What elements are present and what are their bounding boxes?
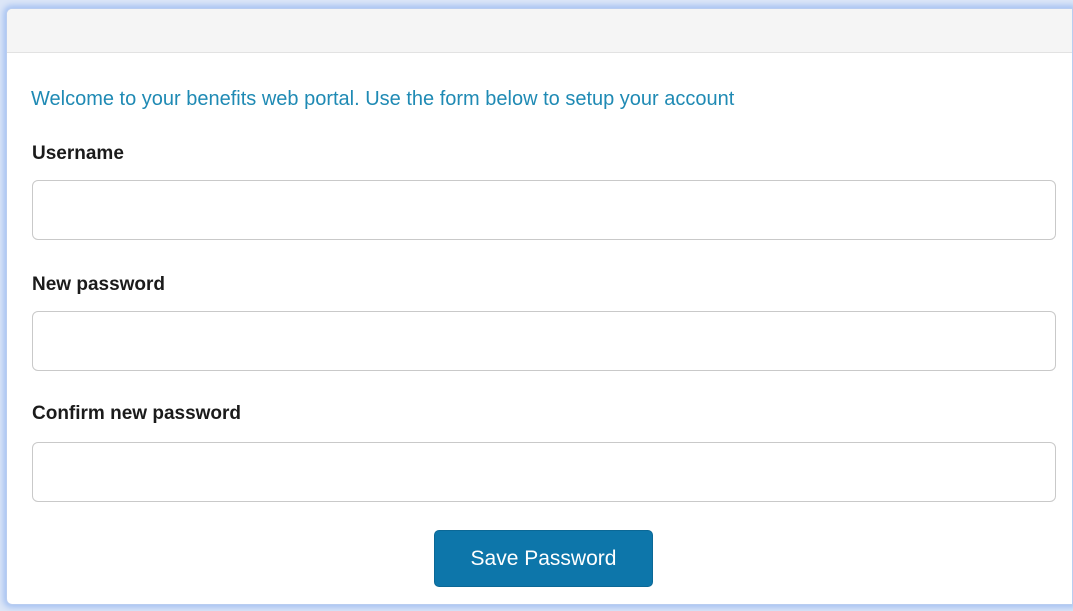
username-label: Username — [32, 143, 124, 164]
welcome-message: Welcome to your benefits web portal. Use… — [31, 88, 735, 110]
save-password-button[interactable]: Save Password — [434, 530, 653, 587]
new-password-input[interactable] — [32, 311, 1056, 371]
confirm-password-input[interactable] — [32, 442, 1056, 502]
setup-account-panel: Welcome to your benefits web portal. Use… — [6, 8, 1073, 605]
username-input[interactable] — [32, 180, 1056, 240]
new-password-label: New password — [32, 274, 166, 295]
panel-header — [7, 9, 1072, 53]
confirm-password-label: Confirm new password — [32, 403, 242, 424]
page-frame: Welcome to your benefits web portal. Use… — [0, 0, 1073, 611]
